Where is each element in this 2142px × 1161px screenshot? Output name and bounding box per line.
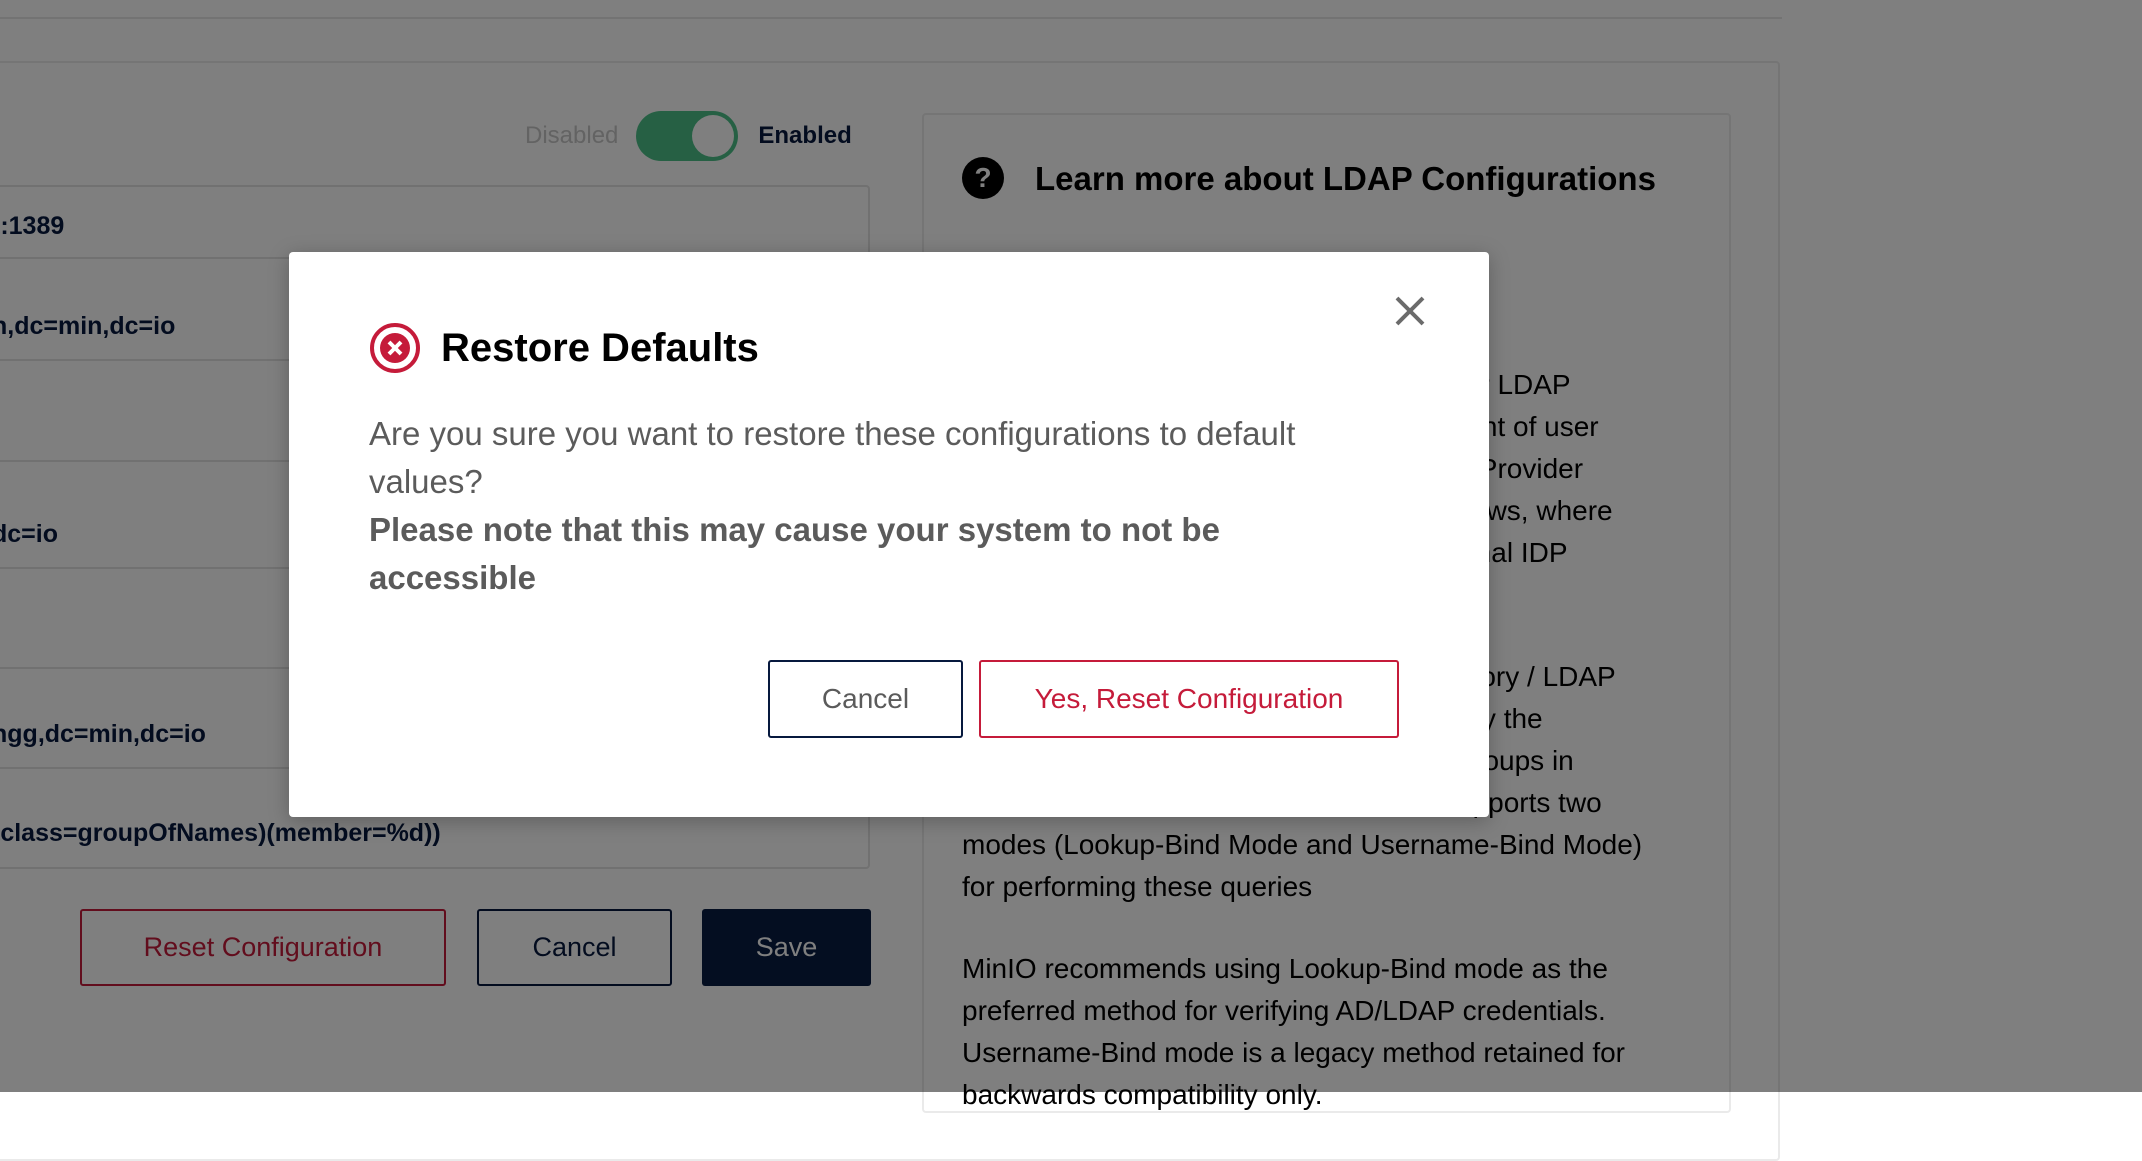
confirm-reset-button[interactable]: Yes, Reset Configuration [979,660,1399,738]
error-circle-icon [369,322,421,374]
dialog-cancel-button[interactable]: Cancel [768,660,963,738]
dialog-warning: Please note that this may cause your sys… [369,506,1379,602]
dialog-message: Are you sure you want to restore these c… [369,410,1379,506]
restore-defaults-dialog: Restore Defaults Are you sure you want t… [289,252,1489,817]
close-icon[interactable] [1389,290,1431,332]
dialog-header: Restore Defaults [369,322,759,374]
dialog-title: Restore Defaults [441,326,759,371]
